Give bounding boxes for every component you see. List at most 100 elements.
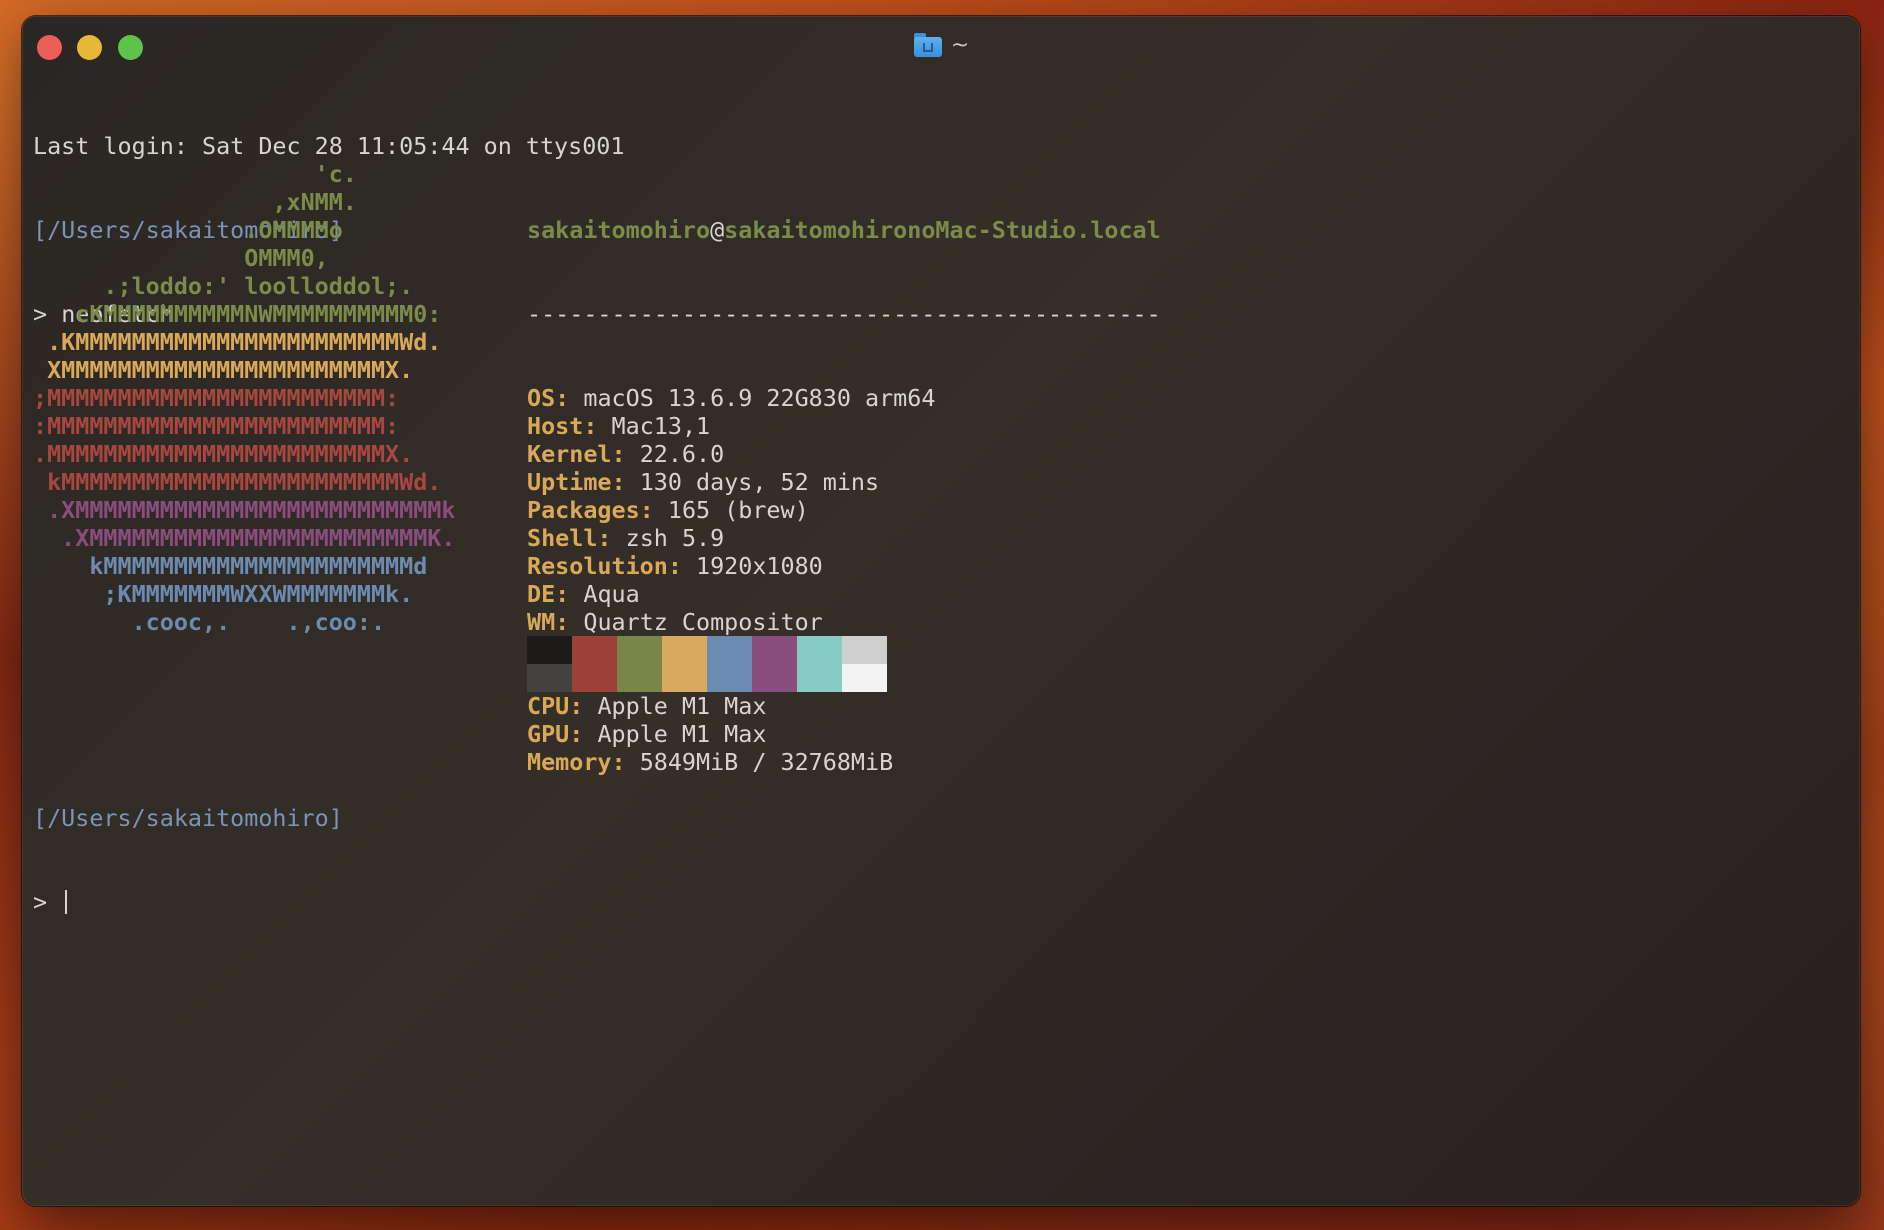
logo-line: .XMMMMMMMMMMMMMMMMMMMMMMMMMMk bbox=[33, 496, 456, 524]
info-colon: : bbox=[667, 552, 682, 580]
logo-line: .XMMMMMMMMMMMMMMMMMMMMMMMMK. bbox=[33, 524, 456, 552]
logo-line: .MMMMMMMMMMMMMMMMMMMMMMMMX. bbox=[33, 440, 414, 468]
logo-line: 'c. bbox=[33, 160, 357, 188]
text-cursor bbox=[65, 890, 68, 914]
color-swatch bbox=[617, 664, 662, 692]
color-swatch bbox=[527, 664, 572, 692]
at-sign: @ bbox=[710, 216, 725, 244]
logo-line: .cooc,. .,coo:. bbox=[33, 608, 386, 636]
logo-line: XMMMMMMMMMMMMMMMMMMMMMMMX. bbox=[33, 356, 414, 384]
info-colon: : bbox=[569, 692, 584, 720]
info-key: DE bbox=[527, 580, 556, 608]
logo-line: .;loddo:' loolloddol;. bbox=[33, 272, 414, 300]
home-folder-icon bbox=[913, 33, 943, 57]
info-row: Host: Mac13,1 bbox=[527, 412, 1161, 440]
info-value: 5849MiB / 32768MiB bbox=[639, 748, 894, 776]
terminal-window[interactable]: ~ Last login: Sat Dec 28 11:05:44 on tty… bbox=[22, 16, 1860, 1206]
info-colon: : bbox=[611, 468, 626, 496]
color-swatch bbox=[842, 636, 887, 664]
info-value: 130 days, 52 mins bbox=[639, 468, 880, 496]
info-key: Packages bbox=[527, 496, 640, 524]
logo-line: .OMMMMo bbox=[33, 216, 343, 244]
window-title-text: ~ bbox=[950, 32, 970, 58]
info-key: Host bbox=[527, 412, 584, 440]
info-row: Shell: zsh 5.9 bbox=[527, 524, 1161, 552]
info-value: Apple M1 Max bbox=[597, 692, 767, 720]
info-colon: : bbox=[555, 608, 570, 636]
logo-line: :MMMMMMMMMMMMMMMMMMMMMMMM: bbox=[33, 412, 400, 440]
info-key: Shell bbox=[527, 524, 598, 552]
info-colon: : bbox=[639, 496, 654, 524]
info-colon: : bbox=[555, 384, 570, 412]
color-swatch bbox=[572, 664, 617, 692]
input-line[interactable]: > bbox=[33, 888, 343, 916]
info-value: 165 (brew) bbox=[667, 496, 809, 524]
color-swatch bbox=[752, 664, 797, 692]
logo-line: cKMMMMMMMMMMNWMMMMMMMMMM0: bbox=[33, 300, 442, 328]
logo-line: kMMMMMMMMMMMMMMMMMMMMMMMMWd. bbox=[33, 468, 442, 496]
hostname: sakaitomohironoMac-Studio.local bbox=[724, 216, 1161, 244]
info-value: 1920x1080 bbox=[696, 552, 823, 580]
info-value: Mac13,1 bbox=[611, 412, 711, 440]
info-key: Kernel bbox=[527, 440, 612, 468]
logo-line: ,xNMM. bbox=[33, 188, 357, 216]
info-key: GPU bbox=[527, 720, 570, 748]
cwd-line-2: [/Users/sakaitomohiro] bbox=[33, 804, 343, 832]
titlebar[interactable]: ~ bbox=[22, 16, 1860, 72]
info-row: Resolution: 1920x1080 bbox=[527, 552, 1161, 580]
color-swatch bbox=[707, 636, 752, 664]
color-swatch bbox=[797, 636, 842, 664]
window-title: ~ bbox=[22, 30, 1860, 60]
info-colon: : bbox=[611, 440, 626, 468]
info-key: Uptime bbox=[527, 468, 612, 496]
info-row: WM: Quartz Compositor bbox=[527, 608, 1161, 636]
info-value: 22.6.0 bbox=[639, 440, 725, 468]
logo-line: OMMM0, bbox=[33, 244, 329, 272]
info-key: Resolution bbox=[527, 552, 668, 580]
info-colon: : bbox=[611, 748, 626, 776]
info-value: macOS 13.6.9 22G830 arm64 bbox=[583, 384, 936, 412]
info-row: Packages: 165 (brew) bbox=[527, 496, 1161, 524]
separator-line: ----------------------------------------… bbox=[527, 300, 1161, 328]
apple-ascii-logo: 'c. ,xNMM. .OMMMMo OMMM0, .;loddo:' lool… bbox=[33, 160, 455, 636]
user-host-line: sakaitomohiro@sakaitomohironoMac-Studio.… bbox=[527, 216, 1161, 244]
info-row: OS: macOS 13.6.9 22G830 arm64 bbox=[527, 384, 1161, 412]
info-value: Quartz Compositor bbox=[583, 608, 823, 636]
info-rows: OS: macOS 13.6.9 22G830 arm64 Host: Mac13… bbox=[527, 384, 1161, 776]
info-colon: : bbox=[555, 580, 570, 608]
color-swatch bbox=[707, 664, 752, 692]
prompt-symbol-2: > bbox=[33, 888, 48, 916]
color-swatch bbox=[662, 664, 707, 692]
info-colon: : bbox=[569, 720, 584, 748]
info-value: zsh 5.9 bbox=[625, 524, 725, 552]
color-swatch bbox=[752, 636, 797, 664]
info-row: GPU: Apple M1 Max bbox=[527, 720, 1161, 748]
system-info: sakaitomohiro@sakaitomohironoMac-Studio.… bbox=[527, 160, 1161, 832]
color-palette bbox=[527, 636, 887, 692]
info-row: DE: Aqua bbox=[527, 580, 1161, 608]
info-key: OS bbox=[527, 384, 556, 412]
color-swatch bbox=[842, 664, 887, 692]
info-value: Apple M1 Max bbox=[597, 720, 767, 748]
info-row: Kernel: 22.6.0 bbox=[527, 440, 1161, 468]
info-row: CPU: Apple M1 Max bbox=[527, 692, 1161, 720]
info-colon: : bbox=[597, 524, 612, 552]
logo-line: ;KMMMMMMMWXXWMMMMMMMk. bbox=[33, 580, 414, 608]
info-key: Memory bbox=[527, 748, 612, 776]
color-swatch bbox=[617, 636, 662, 664]
info-key: WM bbox=[527, 608, 556, 636]
info-key: CPU bbox=[527, 692, 570, 720]
terminal-output-bottom[interactable]: [/Users/sakaitomohiro] > bbox=[33, 748, 343, 972]
username: sakaitomohiro bbox=[527, 216, 711, 244]
color-swatch bbox=[527, 636, 572, 664]
info-row: Uptime: 130 days, 52 mins bbox=[527, 468, 1161, 496]
info-value: Aqua bbox=[583, 580, 640, 608]
color-swatch bbox=[662, 636, 707, 664]
color-swatch bbox=[797, 664, 842, 692]
last-login-line: Last login: Sat Dec 28 11:05:44 on ttys0… bbox=[33, 132, 625, 160]
logo-line: ;MMMMMMMMMMMMMMMMMMMMMMMM: bbox=[33, 384, 400, 412]
color-swatch bbox=[572, 636, 617, 664]
info-colon: : bbox=[583, 412, 598, 440]
logo-line: .KMMMMMMMMMMMMMMMMMMMMMMMWd. bbox=[33, 328, 442, 356]
info-row: Memory: 5849MiB / 32768MiB bbox=[527, 748, 1161, 776]
